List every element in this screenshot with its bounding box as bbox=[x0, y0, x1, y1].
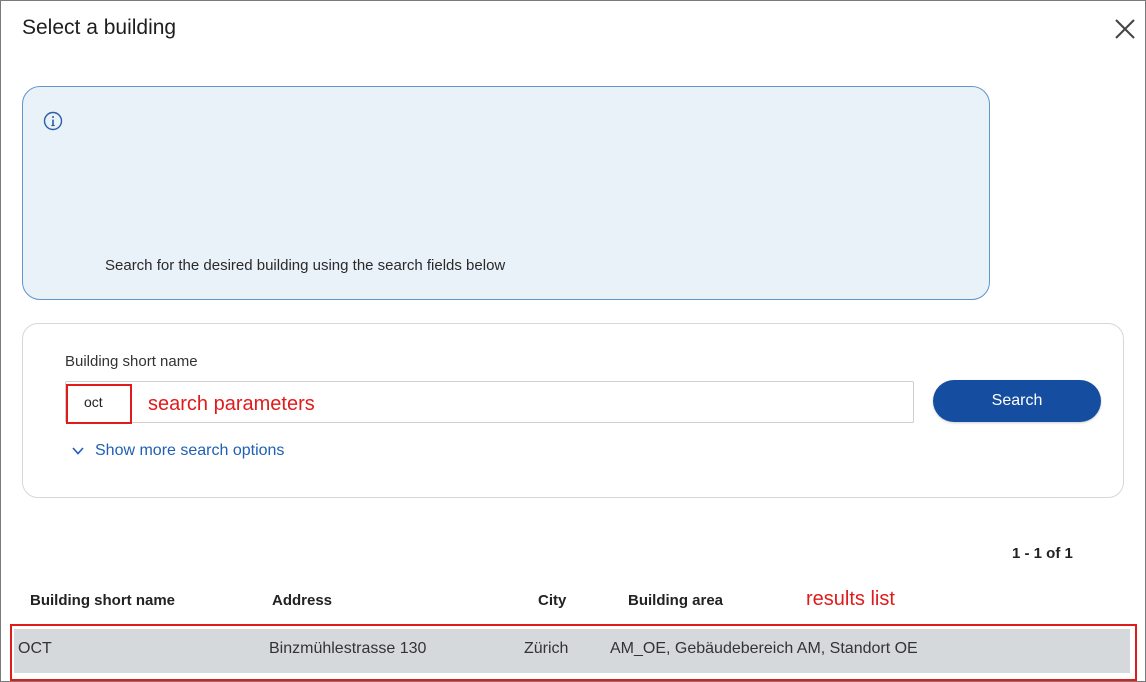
search-parameters-annotation: search parameters bbox=[148, 393, 315, 415]
cell-city: Zürich bbox=[524, 640, 569, 657]
column-header-city: City bbox=[538, 592, 567, 609]
building-short-name-label: Building short name bbox=[65, 353, 198, 370]
info-message: Search for the desired building using th… bbox=[105, 257, 506, 274]
column-header-building-area: Building area bbox=[628, 592, 724, 609]
show-more-search-options-label: Show more search options bbox=[95, 442, 285, 459]
cell-address: Binzmühlestrasse 130 bbox=[269, 640, 427, 657]
close-icon[interactable] bbox=[1112, 16, 1138, 42]
table-row[interactable]: OCT Binzmühlestrasse 130 Zürich AM_OE, G… bbox=[14, 629, 1130, 673]
info-icon bbox=[43, 111, 63, 131]
show-more-search-options-link[interactable]: Show more search options bbox=[71, 442, 284, 460]
results-list-annotation: results list bbox=[806, 588, 895, 610]
info-panel: Search for the desired building using th… bbox=[22, 86, 990, 300]
column-header-building-short-name: Building short name bbox=[30, 592, 176, 609]
search-input-value: oct bbox=[84, 394, 103, 410]
cell-building-area: AM_OE, Gebäudebereich AM, Standort OE bbox=[610, 640, 918, 657]
cell-building-short-name: OCT bbox=[18, 640, 52, 657]
chevron-down-icon bbox=[72, 447, 84, 455]
dialog-title: Select a building bbox=[22, 16, 177, 39]
search-button[interactable]: Search bbox=[933, 380, 1101, 422]
pagination-info: 1 - 1 of 1 bbox=[1012, 545, 1073, 562]
column-header-address: Address bbox=[272, 592, 333, 609]
